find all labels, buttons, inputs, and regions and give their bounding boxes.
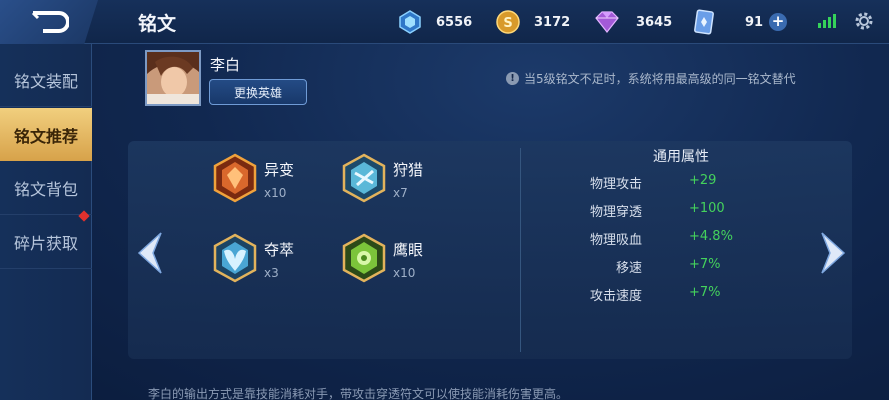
sidebar-item-label: 铭文推荐 (13, 126, 78, 146)
hero-rune-tip: 李白的输出方式是靠技能消耗对手，带攻击穿透符文可以使技能消耗伤害更高。 (148, 387, 569, 400)
voucher-currency: 91 + (693, 9, 788, 35)
sidebar-item-rune-recommend[interactable]: 铭文推荐 (0, 108, 92, 161)
rune-count: x3 (264, 266, 279, 280)
rune-count: x10 (393, 266, 416, 280)
hero-name: 李白 (210, 56, 241, 74)
svg-text:S: S (503, 16, 512, 31)
rune-item[interactable]: 异变 x10 (212, 153, 294, 203)
rune-count: x7 (393, 186, 408, 200)
attribute-label: 物理攻击 (589, 177, 642, 192)
info-icon: ! (506, 72, 519, 85)
hero-portrait-icon (147, 52, 199, 104)
gold-currency: S 3172 (496, 9, 570, 35)
attribute-label: 攻击速度 (589, 289, 642, 304)
top-bar: 铭文 6556 S 3172 3645 91 + (0, 0, 889, 44)
attributes-title: 通用属性 (653, 149, 709, 165)
diamond-icon (399, 10, 421, 34)
attribute-value: +7% (689, 257, 721, 272)
rune-name: 异变 (264, 161, 295, 179)
rune-yingyan-icon (342, 233, 386, 283)
attribute-row: 物理攻击 +29 (560, 173, 740, 192)
gear-icon[interactable] (853, 10, 875, 32)
attribute-value: +29 (689, 173, 717, 188)
attribute-row: 物理吸血 +4.8% (560, 229, 740, 248)
back-button[interactable] (0, 0, 98, 44)
gold-coin-icon: S (496, 10, 520, 34)
sidebar-item-label: 铭文装配 (13, 72, 78, 91)
rune-item[interactable]: 夺萃 x3 (212, 233, 294, 283)
diamond-amount: 6556 (436, 14, 473, 30)
attribute-label: 移速 (615, 261, 642, 276)
rune-name: 鹰眼 (393, 241, 424, 259)
sidebar: 铭文装配 铭文推荐 铭文背包 碎片获取 (0, 44, 92, 400)
sidebar-item-label: 碎片获取 (13, 234, 78, 253)
crystal-currency: 3645 (592, 9, 672, 35)
crystal-icon (595, 11, 619, 33)
sidebar-item-rune-equip[interactable]: 铭文装配 (0, 54, 92, 107)
attribute-row: 物理穿透 +100 (560, 201, 740, 220)
rune-item[interactable]: 鹰眼 x10 (341, 233, 423, 283)
add-voucher-button[interactable]: + (769, 13, 788, 31)
attribute-row: 移速 +7% (560, 257, 740, 276)
prev-page-arrow-icon[interactable] (133, 231, 165, 275)
sidebar-item-label: 铭文背包 (13, 180, 78, 199)
voucher-amount: 91 (745, 14, 764, 30)
back-arrow-icon (31, 11, 69, 33)
panel-divider (520, 148, 521, 352)
change-hero-button[interactable]: 更换英雄 (209, 79, 307, 105)
crystal-amount: 3645 (636, 14, 673, 30)
sidebar-item-fragment[interactable]: 碎片获取 (0, 210, 92, 269)
attribute-value: +7% (689, 285, 721, 300)
attribute-value: +100 (689, 201, 725, 216)
notice-text: ! 当5级铭文不足时，系统将用最高级的同一铭文替代 (506, 70, 796, 87)
page-title: 铭文 (138, 13, 177, 35)
next-page-arrow-icon[interactable] (818, 231, 850, 275)
rune-yibian-icon (213, 153, 257, 203)
diamond-currency: 6556 (398, 9, 472, 35)
rune-name: 夺萃 (264, 241, 295, 259)
rune-count: x10 (264, 186, 287, 200)
sidebar-item-rune-bag[interactable]: 铭文背包 (0, 162, 92, 215)
rune-duocui-icon (213, 233, 257, 283)
attribute-row: 攻击速度 +7% (560, 285, 740, 304)
signal-icon (818, 14, 836, 28)
gold-amount: 3172 (534, 14, 571, 30)
attribute-value: +4.8% (689, 229, 733, 244)
rune-item[interactable]: 狩猎 x7 (341, 153, 423, 203)
rune-name: 狩猎 (393, 161, 424, 179)
rune-shoulie-icon (342, 153, 386, 203)
attribute-label: 物理吸血 (589, 233, 642, 248)
hero-avatar (145, 50, 201, 106)
notice-label: 当5级铭文不足时，系统将用最高级的同一铭文替代 (524, 72, 796, 86)
voucher-card-icon (694, 9, 714, 35)
attribute-label: 物理穿透 (589, 205, 642, 220)
